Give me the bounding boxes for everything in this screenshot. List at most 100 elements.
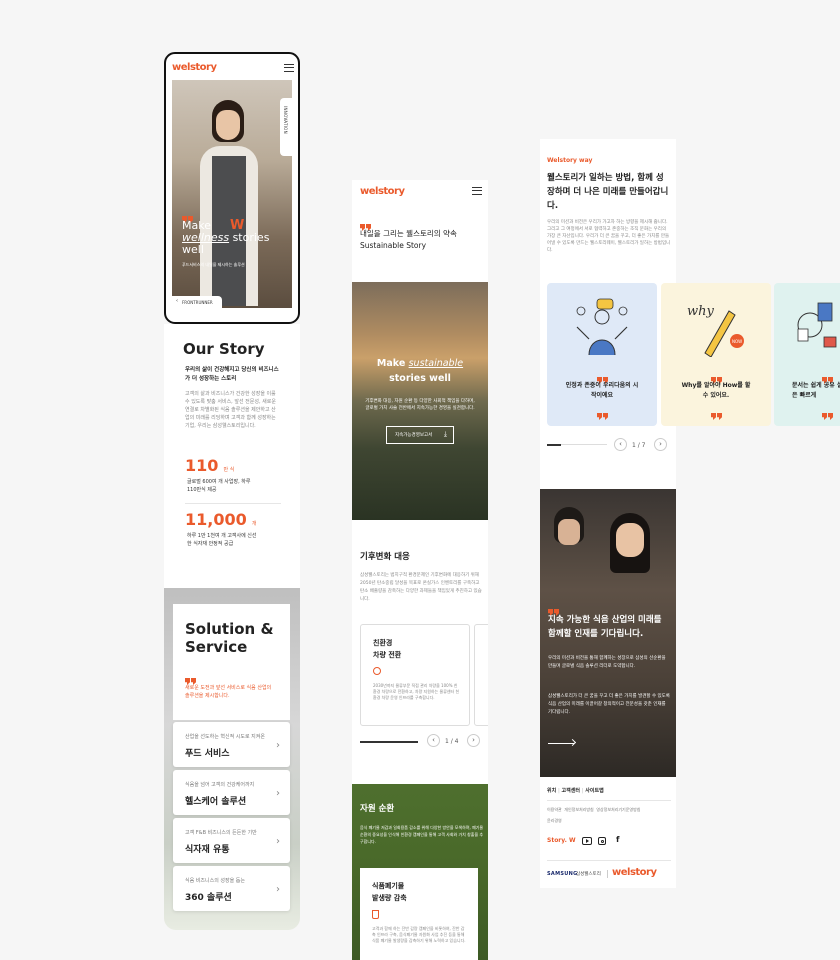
story-section: Our Story 우리의 삶이 건강해지고 당신의 비즈니스가 더 성장하는 … — [164, 324, 300, 588]
solution-title: Solution & Service — [185, 620, 274, 656]
service-card-title: 헬스케어 솔루션 — [185, 797, 247, 807]
climate-progress — [360, 740, 418, 743]
footer-divider — [547, 800, 671, 801]
samsung-logo: SAMSUNG — [547, 871, 578, 877]
way-progress — [547, 443, 607, 446]
service-card-food[interactable]: 산업을 선도하는 혁신적 시도로 지켜온 푸드 서비스 › — [173, 722, 290, 767]
service-card-healthcare[interactable]: 식음을 넘어 고객의 건강케어까지 헬스케어 솔루션 › — [173, 770, 290, 815]
hero-title: Make wellness stories well — [182, 220, 269, 256]
solution-title-line1: Solution & — [185, 620, 274, 638]
hamburger-menu-icon[interactable] — [284, 64, 294, 72]
phone1-frame: welstory INNOVATION Make wellness storie… — [164, 52, 300, 324]
service-card-sub: 식음을 넘어 고객의 건강케어까지 — [185, 782, 255, 788]
way-card-2[interactable]: why NOW Why를 알아야 How를 할 수 있어요. — [661, 283, 771, 426]
facebook-icon[interactable]: f — [616, 835, 619, 844]
prev-button[interactable]: ‹ — [614, 438, 627, 451]
report-button[interactable]: 지속가능경영보고서 ⤓ — [386, 426, 454, 444]
hero-italic: sustainable — [408, 358, 464, 369]
stat1-value: 110 — [185, 456, 219, 475]
stat1: 110 만 식 — [185, 456, 234, 475]
story-body: 고객의 삶과 비즈니스가 건강한 성장을 이룰 수 있도록 맞춤 서비스, 앞선… — [185, 391, 276, 429]
service-card-title: 푸드 서비스 — [185, 749, 230, 759]
way-card-text: Why를 알아야 How를 할 수 있어요. — [681, 382, 751, 399]
welstory-logo[interactable]: welstory — [172, 62, 217, 73]
recruit-title: 지속 가능한 식음 산업의 미래를 함께할 인재를 기다립니다. — [548, 615, 662, 639]
recruit-desc2: 삼성웰스토리가 더 큰 꿈을 꾸고 더 좋은 가치를 발견할 수 있도록 식음 … — [548, 694, 670, 715]
person-illustration — [200, 100, 258, 308]
footer-divider-bottom — [547, 860, 671, 861]
way-card-quote-bottom-icon — [822, 405, 834, 424]
hamburger-menu-icon[interactable] — [472, 187, 482, 195]
next-button[interactable]: › — [467, 734, 480, 747]
climate-title: 기후변화 대응 — [360, 552, 410, 562]
resource-card[interactable]: 식품폐기물 발생량 감축 고객과 함께 하는 잔반 감량 캠페인을 비롯하여, … — [360, 868, 478, 960]
footer-separator — [607, 870, 608, 878]
sustain-hero-title: Make sustainable stories well — [352, 356, 488, 386]
hero-subtitle: 푸드서비스의 내일을 제시하는 솔루션 — [182, 262, 245, 267]
card2-title-line1: 식품폐기물 — [372, 882, 405, 890]
sustain-heading-line2: Sustainable Story — [360, 241, 427, 250]
solution-intro-card: Solution & Service 새로운 도전과 앞선 서비스로 식음 산업… — [173, 604, 290, 720]
story-title: Our Story — [183, 340, 265, 358]
climate-desc: 삼성웰스토리는 범지구적 환경문제인 기후변화에 대응하기 위해 2050년 탄… — [360, 573, 482, 602]
chevron-right-icon: › — [276, 884, 280, 895]
next-button[interactable]: › — [654, 438, 667, 451]
welstory-footer-logo[interactable]: welstory — [612, 867, 657, 878]
solution-section: Solution & Service 새로운 도전과 앞선 서비스로 식음 산업… — [164, 588, 300, 930]
chevron-right-icon: › — [276, 740, 280, 751]
service-card-sub: 식음 비즈니스의 성장을 돕는 — [185, 878, 245, 884]
resource-card-title: 식품폐기물 발생량 감축 — [372, 880, 407, 904]
service-card-distribution[interactable]: 고객 F&B 비즈니스의 든든한 기반 식자재 유통 › — [173, 818, 290, 863]
phone2-page: welstory 내일을 그리는 웰스토리의 약속 Sustainable St… — [352, 180, 488, 960]
way-desc: 우리의 미션과 비전은 우리가 가고자 하는 방향을 제시해 줍니다. 그리고 … — [547, 220, 671, 253]
pager-count: 1 / 4 — [445, 738, 459, 745]
resource-card-desc: 고객과 함께 하는 잔반 감량 캠페인을 비롯하여, 잔반 감축 인프라 구축,… — [372, 926, 466, 943]
solution-title-line2: Service — [185, 638, 248, 656]
side-tab[interactable]: INNOVATION — [280, 98, 292, 156]
next-card-peek — [474, 624, 488, 726]
resource-title: 자원 순환 — [360, 804, 395, 814]
service-card-title: 식자재 유통 — [185, 845, 230, 855]
way-card-quote-bottom-icon — [711, 405, 723, 424]
arrow-right-icon[interactable] — [548, 738, 577, 747]
footer-privacy-link[interactable]: 개인정보처리방침 — [564, 807, 593, 812]
prev-button[interactable]: ‹ — [427, 734, 440, 747]
side-tab-label: INNOVATION — [283, 106, 288, 134]
handshake-illustration — [576, 298, 628, 356]
report-button-label: 지속가능경영보고서 — [395, 433, 433, 438]
footer-link-support[interactable]: 고객센터 — [562, 788, 580, 794]
footer-sub-links: 이용약관 개인정보처리방침 영상정보처리기기운영방침 — [547, 807, 640, 813]
footer-link-location[interactable]: 위치 — [547, 788, 556, 794]
stat2-desc: 하루 1만 1천여 개 고객사에 신선한 식자재 안정적 공급 — [187, 533, 257, 547]
welstory-logo[interactable]: welstory — [360, 186, 405, 197]
hero-line2: stories well — [389, 373, 451, 384]
story-w-link[interactable]: Story. W — [547, 837, 576, 844]
chevron-right-icon: › — [276, 836, 280, 847]
stat2: 11,000 개 — [185, 510, 256, 529]
solution-desc: 새로운 도전과 앞선 서비스로 식음 산업의 솔루션을 제시합니다. — [185, 685, 272, 699]
climate-card[interactable]: 친환경 차량 전환 2030년까지 물류부문 직접 관리 차량을 100% 친환… — [360, 624, 470, 726]
service-card-360[interactable]: 식음 비즈니스의 성장을 돕는 360 솔루션 › — [173, 866, 290, 911]
service-card-sub: 산업을 선도하는 혁신적 시도로 지켜온 — [185, 734, 265, 740]
footer-ethics-link[interactable]: 윤리경영 — [547, 818, 562, 824]
story-lead: 우리의 삶이 건강해지고 당신의 비즈니스가 더 성장하는 스토리 — [185, 367, 279, 382]
footer-link-sitemap[interactable]: 사이트맵 — [585, 788, 603, 794]
instagram-icon[interactable] — [598, 837, 606, 845]
service-card-title: 360 솔루션 — [185, 893, 232, 903]
way-card-1[interactable]: 인정과 존중이 우리다움의 시작이에요 — [547, 283, 657, 426]
bottom-tab-label: FRONTRUNNER — [182, 300, 213, 305]
why-pencil-illustration: why NOW — [687, 304, 744, 357]
service-card-sub: 고객 F&B 비즈니스의 든든한 기반 — [185, 830, 257, 836]
stat1-unit: 만 식 — [223, 467, 235, 473]
footer-terms-link[interactable]: 이용약관 — [547, 807, 562, 812]
climate-card-title: 친환경 차량 전환 — [373, 637, 401, 661]
svg-text:why: why — [687, 304, 715, 319]
stat2-value: 11,000 — [185, 510, 247, 529]
youtube-icon[interactable] — [582, 837, 592, 845]
sustain-hero-desc: 기후변화 대응, 자원 순환 등 다양한 사회적 책임을 다하며, 글로벌 가치… — [365, 399, 475, 411]
footer-cctv-link[interactable]: 영상정보처리기기운영방침 — [596, 807, 640, 812]
stat2-unit: 개 — [251, 521, 257, 527]
climate-card-desc: 2030년까지 물류부문 직접 관리 차량을 100% 친환경 차량으로 전환하… — [373, 683, 460, 700]
bottom-tab[interactable]: ‹ FRONTRUNNER — [172, 296, 222, 308]
way-card-3[interactable]: 문서는 쉽게 공유 실행은 빠르게 — [774, 283, 840, 426]
